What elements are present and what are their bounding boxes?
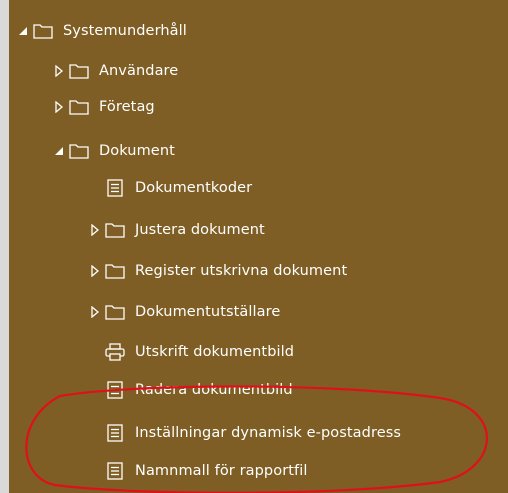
tree-node-label: Användare bbox=[99, 63, 179, 79]
expanded-arrow-icon[interactable] bbox=[53, 145, 65, 157]
folder-icon bbox=[105, 304, 125, 320]
tree-node-dokumentutstallare[interactable]: Dokumentutställare bbox=[9, 295, 508, 329]
expanded-arrow-icon[interactable] bbox=[17, 25, 29, 37]
folder-icon bbox=[69, 99, 89, 115]
tree-node-register-utskrivna-dokument[interactable]: Register utskrivna dokument bbox=[9, 254, 508, 288]
collapsed-arrow-icon[interactable] bbox=[89, 265, 101, 277]
tree-leaf-dokumentkoder[interactable]: Dokumentkoder bbox=[9, 171, 508, 205]
tree-node-foretag[interactable]: Företag bbox=[9, 90, 508, 124]
tree-node-label: Dokument bbox=[99, 143, 175, 159]
tree-node-dokument[interactable]: Dokument bbox=[9, 134, 508, 168]
collapsed-arrow-icon[interactable] bbox=[89, 306, 101, 318]
tree-node-label: Företag bbox=[99, 99, 155, 115]
tree-leaf-label: Dokumentkoder bbox=[135, 180, 253, 196]
tree-node-justera-dokument[interactable]: Justera dokument bbox=[9, 213, 508, 247]
folder-icon bbox=[105, 263, 125, 279]
tree-node-label: Dokumentutställare bbox=[135, 304, 281, 320]
tree-leaf-label: Utskrift dokumentbild bbox=[135, 344, 295, 360]
navigation-tree-panel: Systemunderhåll Användare Företag Dokume… bbox=[9, 0, 508, 493]
collapsed-arrow-icon[interactable] bbox=[53, 65, 65, 77]
tree-node-label: Systemunderhåll bbox=[63, 23, 187, 39]
tree-node-label: Register utskrivna dokument bbox=[135, 263, 348, 279]
tree-leaf-label: Inställningar dynamisk e-postadress bbox=[135, 425, 402, 441]
collapsed-arrow-icon[interactable] bbox=[53, 101, 65, 113]
tree-leaf-label: Radera dokumentbild bbox=[135, 382, 293, 398]
tree-leaf-namnmall-for-rapportfil[interactable]: Namnmall för rapportfil bbox=[9, 454, 508, 488]
tree-node-label: Justera dokument bbox=[135, 222, 265, 238]
printer-icon bbox=[105, 343, 125, 361]
collapsed-arrow-icon[interactable] bbox=[89, 224, 101, 236]
document-icon bbox=[107, 179, 123, 197]
tree-leaf-label: Namnmall för rapportfil bbox=[135, 463, 308, 479]
tree-leaf-radera-dokumentbild[interactable]: Radera dokumentbild bbox=[9, 373, 508, 407]
folder-icon bbox=[105, 222, 125, 238]
document-icon bbox=[107, 424, 123, 442]
tree-leaf-installningar-dynamisk-e-postadress[interactable]: Inställningar dynamisk e-postadress bbox=[9, 416, 508, 450]
folder-icon bbox=[69, 63, 89, 79]
folder-icon bbox=[33, 23, 53, 39]
tree-node-anvandare[interactable]: Användare bbox=[9, 54, 508, 88]
folder-icon bbox=[69, 143, 89, 159]
tree-node-systemunderhall[interactable]: Systemunderhåll bbox=[9, 14, 508, 48]
document-icon bbox=[107, 381, 123, 399]
document-icon bbox=[107, 462, 123, 480]
tree-leaf-utskrift-dokumentbild[interactable]: Utskrift dokumentbild bbox=[9, 335, 508, 369]
window-edge bbox=[0, 0, 9, 493]
